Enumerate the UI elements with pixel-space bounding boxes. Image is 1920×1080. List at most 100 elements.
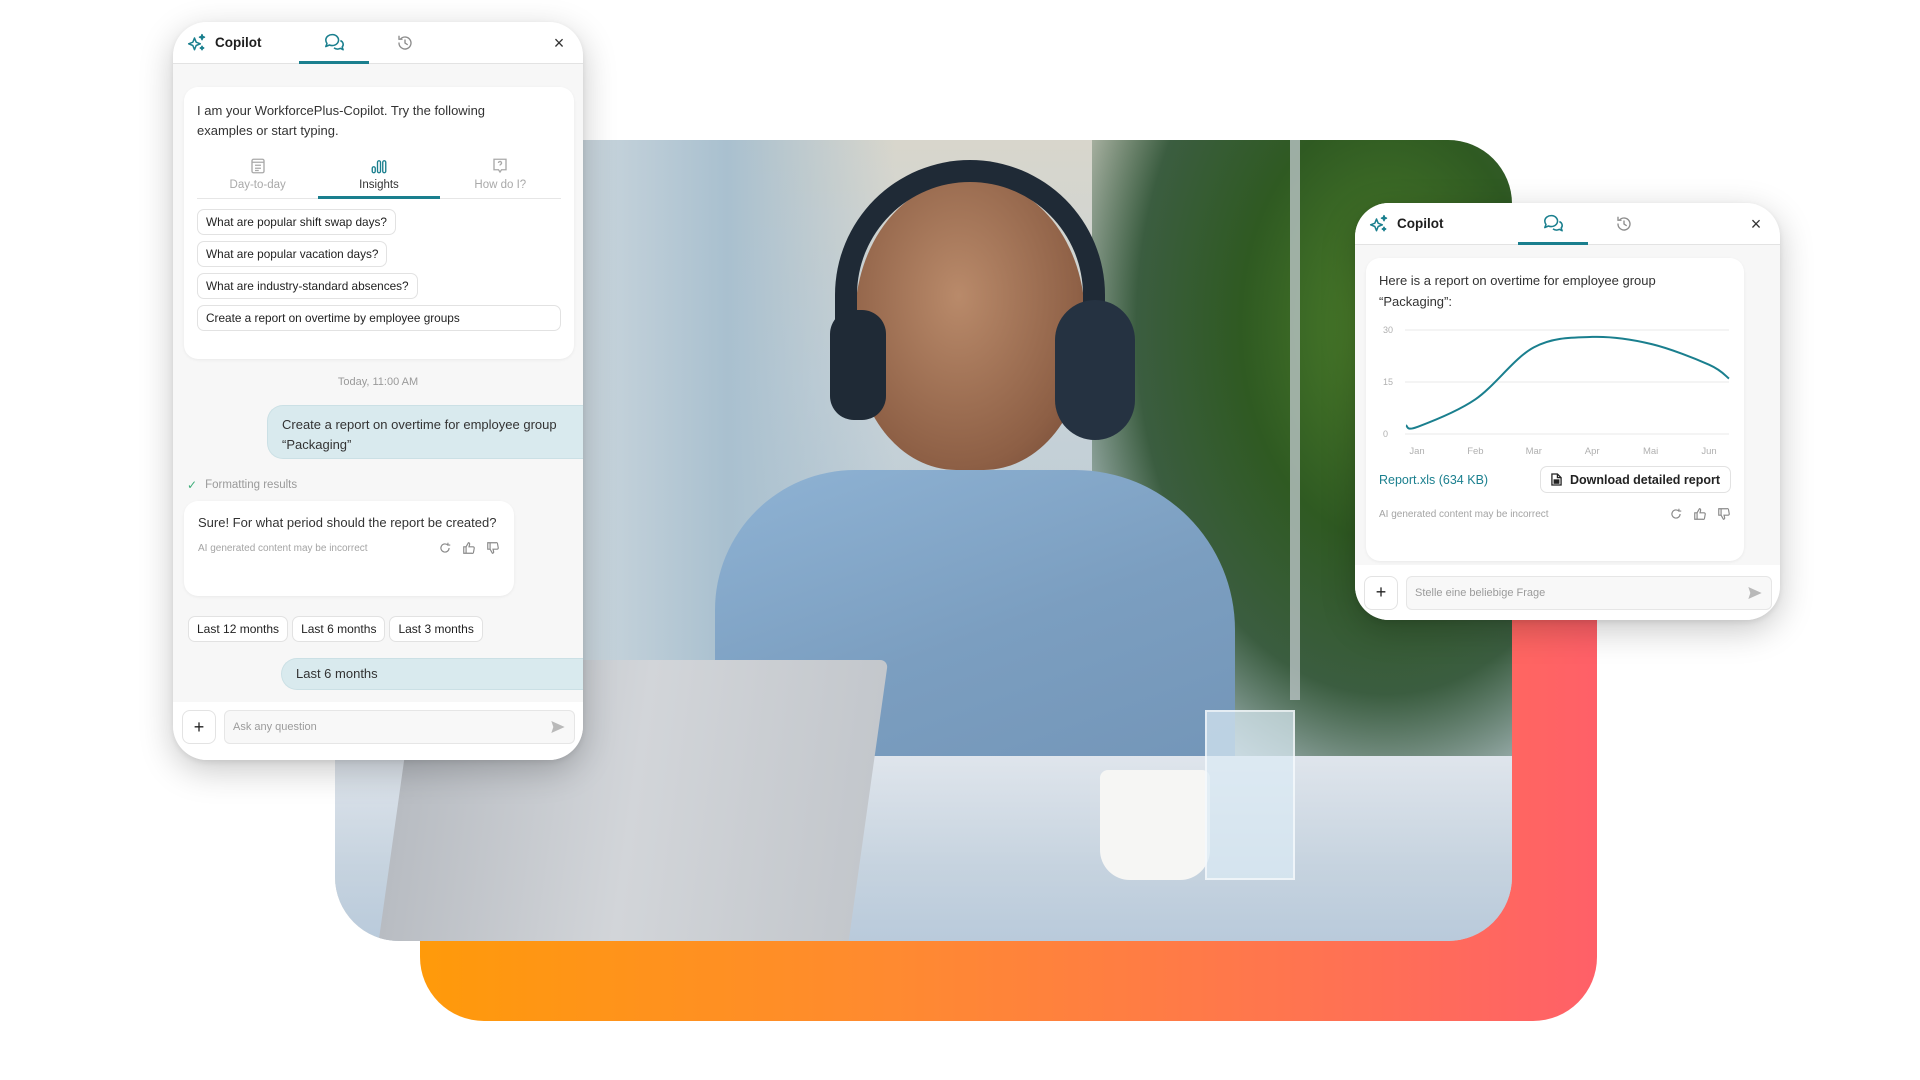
tab-history[interactable] xyxy=(1589,203,1659,245)
message-composer: + xyxy=(1355,565,1780,620)
bar-chart-icon xyxy=(371,160,387,174)
report-file-link[interactable]: Report.xls (634 KB) xyxy=(1379,473,1488,487)
ai-disclaimer: AI generated content may be incorrect xyxy=(198,542,368,554)
overtime-line-chart: 0 15 30 Jan Feb Mar Apr Mai Jun xyxy=(1379,322,1731,464)
x-tick-label: Jun xyxy=(1701,446,1716,457)
period-option-12-months[interactable]: Last 12 months xyxy=(188,616,289,642)
message-meta: AI generated content may be incorrect xyxy=(198,541,500,555)
thumbs-down-icon xyxy=(487,542,499,554)
message-meta: AI generated content may be incorrect xyxy=(1379,507,1731,521)
user-message: Last 6 months xyxy=(281,658,583,690)
x-tick-label: Feb xyxy=(1467,446,1483,457)
photo-pillar xyxy=(1290,140,1300,700)
tab-how-do-i[interactable]: How do I? xyxy=(440,157,561,198)
close-button[interactable]: × xyxy=(549,33,569,53)
period-option-3-months[interactable]: Last 3 months xyxy=(389,616,483,642)
regenerate-button[interactable] xyxy=(1669,507,1683,521)
y-tick-label: 30 xyxy=(1383,325,1393,335)
suggestion-list: What are popular shift swap days? What a… xyxy=(197,209,561,331)
close-button[interactable]: × xyxy=(1746,214,1766,234)
message-actions xyxy=(438,541,500,555)
assistant-message: Sure! For what period should the report … xyxy=(184,501,514,596)
message-composer: + xyxy=(173,702,583,760)
user-message: Create a report on overtime for employee… xyxy=(267,405,583,459)
question-input-wrapper xyxy=(1406,575,1772,610)
report-intro: Here is a report on overtime for employe… xyxy=(1379,273,1656,309)
thumbs-up-button[interactable] xyxy=(1693,507,1707,521)
tab-chat[interactable] xyxy=(299,22,369,64)
thumbs-up-button[interactable] xyxy=(462,541,476,555)
send-icon xyxy=(1748,586,1762,599)
question-input[interactable] xyxy=(233,721,550,733)
period-option-6-months[interactable]: Last 6 months xyxy=(292,616,386,642)
status-text: Formatting results xyxy=(205,479,298,491)
ai-disclaimer: AI generated content may be incorrect xyxy=(1379,508,1549,520)
report-actions: Report.xls (634 KB) Download detailed re… xyxy=(1379,466,1731,493)
x-tick-label: Mai xyxy=(1643,446,1658,457)
message-actions xyxy=(1669,507,1731,521)
suggestion-chip[interactable]: What are popular vacation days? xyxy=(197,241,388,267)
status-indicator: ✓ Formatting results xyxy=(187,478,297,492)
close-icon: × xyxy=(1750,213,1762,234)
attach-button[interactable]: + xyxy=(182,710,216,744)
send-button[interactable] xyxy=(550,719,566,735)
send-icon xyxy=(551,721,565,733)
copilot-panel-report: Copilot × Here is a report on overtime f… xyxy=(1355,203,1780,620)
document-icon xyxy=(250,158,265,174)
y-tick-label: 0 xyxy=(1383,429,1388,439)
period-options: Last 12 months Last 6 months Last 3 mont… xyxy=(188,616,483,642)
thumbs-down-icon xyxy=(1718,508,1730,520)
chat-icon xyxy=(1544,214,1563,231)
suggestion-chip[interactable]: What are industry-standard absences? xyxy=(197,273,418,299)
tab-history[interactable] xyxy=(370,22,440,64)
tab-day-to-day[interactable]: Day-to-day xyxy=(197,157,318,198)
welcome-intro: I am your WorkforcePlus-Copilot. Try the… xyxy=(197,103,486,138)
example-category-tabs: Day-to-day Insights How do I? xyxy=(197,157,561,199)
check-icon: ✓ xyxy=(187,478,198,492)
tab-label: Insights xyxy=(359,179,399,191)
photo-earcup-right xyxy=(1055,300,1135,440)
chart-svg: 0 15 30 Jan Feb Mar Apr Mai Jun xyxy=(1383,325,1730,457)
thumbs-down-button[interactable] xyxy=(486,541,500,555)
photo-coffee-cup xyxy=(1100,770,1210,880)
copilot-title: Copilot xyxy=(215,35,262,50)
sparkle-icon xyxy=(1369,214,1388,231)
copilot-header: Copilot × xyxy=(173,22,583,64)
file-icon xyxy=(1551,473,1562,486)
thumbs-up-icon xyxy=(1694,508,1706,520)
history-icon xyxy=(398,35,412,50)
plus-icon: + xyxy=(1375,582,1387,602)
thumbs-down-button[interactable] xyxy=(1717,507,1731,521)
sparkle-icon xyxy=(187,33,206,50)
copilot-brand: Copilot xyxy=(1369,214,1509,234)
attach-button[interactable]: + xyxy=(1364,575,1398,610)
series-line xyxy=(1405,335,1730,430)
copilot-title: Copilot xyxy=(1397,216,1444,231)
assistant-message-text: Sure! For what period should the report … xyxy=(198,515,497,530)
copilot-header: Copilot × xyxy=(1355,203,1780,245)
download-report-label: Download detailed report xyxy=(1569,472,1720,487)
download-report-button[interactable]: Download detailed report xyxy=(1539,466,1731,493)
tab-label: How do I? xyxy=(474,179,527,191)
welcome-card: I am your WorkforcePlus-Copilot. Try the… xyxy=(184,87,574,359)
message-timestamp: Today, 11:00 AM xyxy=(337,376,419,388)
send-button[interactable] xyxy=(1747,585,1763,601)
y-tick-label: 15 xyxy=(1383,377,1393,387)
report-message: Here is a report on overtime for employe… xyxy=(1366,258,1744,561)
regenerate-icon xyxy=(1671,508,1682,519)
x-tick-label: Apr xyxy=(1585,446,1600,457)
close-icon: × xyxy=(553,32,565,53)
photo-earcup-left xyxy=(830,310,886,420)
photo-water-glass xyxy=(1205,710,1295,880)
tab-insights[interactable]: Insights xyxy=(318,157,440,199)
suggestion-chip[interactable]: Create a report on overtime by employee … xyxy=(197,305,561,331)
tab-label: Day-to-day xyxy=(229,179,286,191)
x-tick-label: Jan xyxy=(1409,446,1424,457)
suggestion-chip[interactable]: What are popular shift swap days? xyxy=(197,209,396,235)
question-input-wrapper xyxy=(224,710,575,744)
tab-chat[interactable] xyxy=(1518,203,1588,245)
history-icon xyxy=(1617,216,1631,231)
question-input[interactable] xyxy=(1415,586,1747,599)
regenerate-button[interactable] xyxy=(438,541,452,555)
chat-icon xyxy=(325,33,344,50)
